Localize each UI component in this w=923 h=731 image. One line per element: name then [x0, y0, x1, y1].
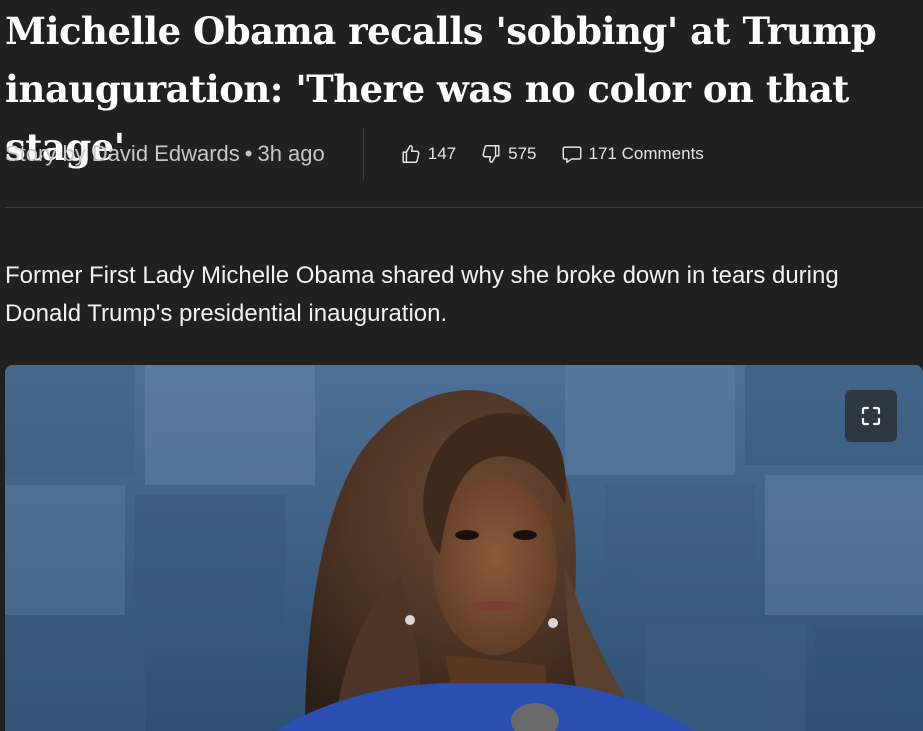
dislike-count: 575: [508, 144, 537, 163]
hero-image[interactable]: [5, 365, 923, 731]
dislike-button[interactable]: 575: [480, 143, 537, 165]
publish-time: 3h ago: [257, 141, 325, 166]
like-button[interactable]: 147: [400, 143, 456, 165]
section-divider: [5, 207, 923, 208]
byline: Story by David Edwards • 3h ago: [5, 141, 325, 167]
thumbs-up-icon: [402, 145, 420, 163]
byline-separator: •: [244, 141, 253, 166]
expand-icon: [861, 406, 881, 426]
article-meta-bar: Story by David Edwards • 3h ago 147 575 17…: [5, 128, 905, 180]
like-count: 147: [427, 144, 457, 163]
article-page: Michelle Obama recalls 'sobbing' at Trum…: [0, 0, 923, 731]
meta-divider: [362, 128, 364, 180]
comment-icon: [562, 146, 581, 163]
author-text[interactable]: Story by David Edwards: [5, 141, 240, 166]
hero-photo: [5, 365, 923, 731]
fullscreen-button[interactable]: [845, 390, 897, 442]
comments-button[interactable]: 171 Comments: [561, 143, 704, 165]
thumbs-down-icon: [482, 145, 500, 163]
comments-label: 171 Comments: [588, 144, 704, 163]
article-lede: Former First Lady Michelle Obama shared …: [5, 262, 839, 327]
